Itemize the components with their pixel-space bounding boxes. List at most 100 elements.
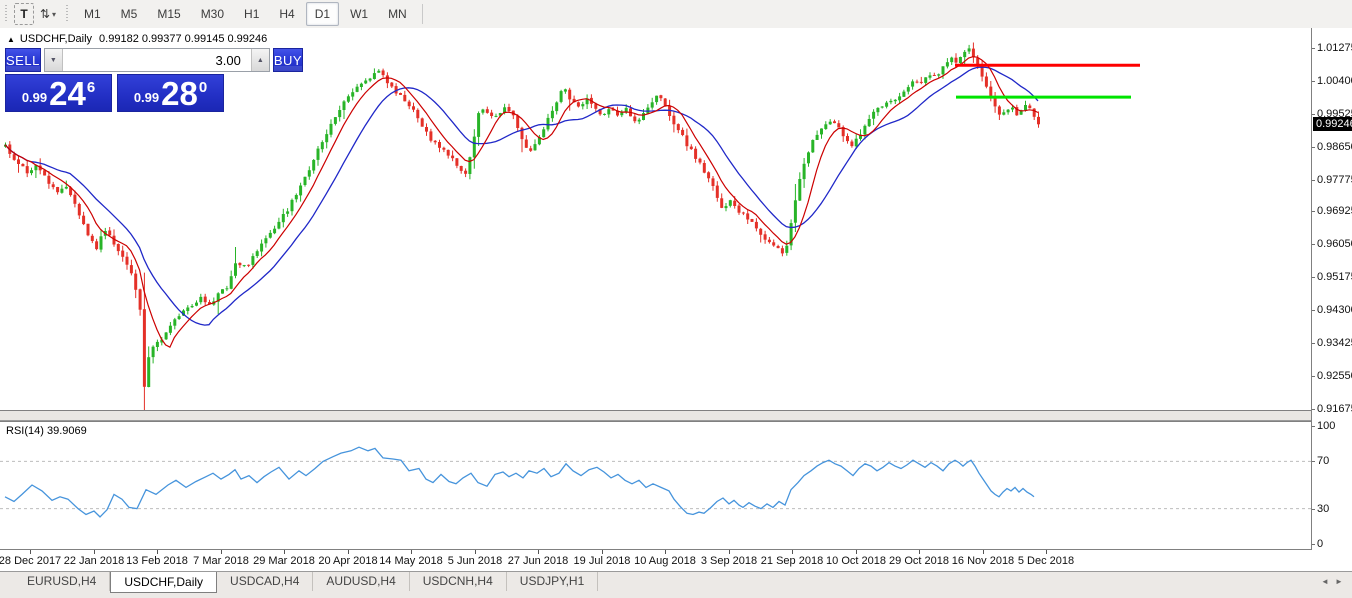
candle-body (273, 229, 276, 234)
candle-body (186, 308, 189, 312)
candle-body (126, 257, 129, 265)
sell-price[interactable]: 0.99 24 6 (5, 74, 112, 112)
candle-body (199, 297, 202, 302)
chart-tab-usdcnh-h4[interactable]: USDCNH,H4 (410, 572, 507, 591)
dropdown-caret-icon: ▾ (52, 10, 56, 19)
toolbar-separator (422, 4, 423, 24)
timeframe-button-m15[interactable]: M15 (148, 2, 189, 26)
candle-body (403, 95, 406, 101)
candle-body (230, 276, 233, 289)
candle-body (620, 113, 623, 116)
candle-body (703, 163, 706, 173)
timeframe-button-h4[interactable]: H4 (270, 2, 303, 26)
timeframe-button-h1[interactable]: H1 (235, 2, 268, 26)
chart-tab-usdjpy-h1[interactable]: USDJPY,H1 (507, 572, 598, 591)
candle-body (382, 71, 385, 76)
price-axis-tick (1312, 114, 1315, 115)
sell-button[interactable]: SELL (5, 48, 41, 72)
chart-tab-usdchf-daily[interactable]: USDCHF,Daily (110, 572, 217, 593)
candle-body (321, 142, 324, 149)
chart-tab-usdcad-h4[interactable]: USDCAD,H4 (217, 572, 313, 591)
buy-button[interactable]: BUY (273, 48, 303, 72)
candle-body (143, 309, 146, 387)
candle-body (933, 75, 936, 76)
text-tool-button[interactable]: T (14, 3, 34, 25)
candle-body (920, 82, 923, 83)
candle-body (902, 92, 905, 97)
price-axis-label: 0.91675 (1317, 403, 1352, 415)
toolbar-drag-handle[interactable] (65, 5, 70, 23)
candle-body (846, 136, 849, 141)
candle-body (772, 242, 775, 245)
candle-body (108, 231, 111, 236)
candle-body (30, 170, 33, 173)
candle-body (816, 135, 819, 140)
date-tick (348, 550, 349, 554)
timeframe-button-d1[interactable]: D1 (306, 2, 339, 26)
candle-body (308, 170, 311, 176)
chart-tab-eurusd-h4[interactable]: EURUSD,H4 (14, 572, 110, 591)
candle-body (495, 116, 498, 117)
candle-body (603, 114, 606, 115)
buy-price[interactable]: 0.99 28 0 (117, 74, 224, 112)
letter-t-icon: T (20, 7, 27, 21)
price-axis-tick (1312, 244, 1315, 245)
candle-body (477, 113, 480, 137)
candle-body (720, 198, 723, 208)
candle-body (317, 149, 320, 160)
price-axis-label: 0.92550 (1317, 370, 1352, 382)
lot-size-group: ▼ ▲ (44, 48, 270, 72)
toolbar-drag-handle[interactable] (4, 5, 9, 23)
timeframe-button-m30[interactable]: M30 (192, 2, 233, 26)
candle-body (863, 126, 866, 135)
candle-body (794, 200, 797, 222)
candle-body (156, 342, 159, 347)
candle-body (130, 265, 133, 273)
candle-body (304, 177, 307, 185)
price-axis[interactable]: 1.012751.004000.995250.986500.977750.969… (1311, 28, 1352, 550)
candle-body (785, 246, 788, 253)
rsi-axis-label: 0 (1317, 538, 1323, 550)
price-axis-label: 1.01275 (1317, 42, 1352, 54)
chart-tab-audusd-h4[interactable]: AUDUSD,H4 (313, 572, 409, 591)
lot-size-input[interactable] (63, 49, 251, 71)
date-axis[interactable]: 28 Dec 201722 Jan 201813 Feb 20187 Mar 2… (0, 550, 1352, 571)
one-click-trading-panel: SELL ▼ ▲ BUY 0.99 24 6 0.99 (5, 48, 234, 112)
timeframe-button-m5[interactable]: M5 (112, 2, 147, 26)
candle-body (651, 102, 654, 107)
timeframe-button-m1[interactable]: M1 (75, 2, 110, 26)
candle-body (551, 111, 554, 118)
candle-body (473, 137, 476, 158)
candle-body (234, 263, 237, 276)
date-tick (665, 550, 666, 554)
timeframe-button-mn[interactable]: MN (379, 2, 416, 26)
rsi-axis-tick (1312, 544, 1315, 545)
date-tick (475, 550, 476, 554)
candle-body (850, 142, 853, 147)
arrows-tool-button[interactable]: ⇅ ▾ (36, 3, 60, 25)
price-axis-label: 0.93425 (1317, 337, 1352, 349)
candle-body (924, 77, 927, 83)
candle-body (516, 116, 519, 128)
candle-body (607, 109, 610, 114)
date-tick (221, 550, 222, 554)
tab-scroll-left-button[interactable]: ◄ (1318, 575, 1332, 589)
timeframe-button-w1[interactable]: W1 (341, 2, 377, 26)
candle-body (412, 106, 415, 109)
buy-button-label: BUY (274, 53, 302, 68)
tab-scroll-right-button[interactable]: ► (1332, 575, 1346, 589)
lot-increase-button[interactable]: ▲ (251, 49, 269, 71)
candle-body (568, 90, 571, 100)
candle-body (672, 116, 675, 125)
candle-body (442, 148, 445, 150)
rsi-axis-tick (1312, 426, 1315, 427)
lot-decrease-button[interactable]: ▼ (45, 49, 63, 71)
candle-body (751, 219, 754, 222)
sell-price-main: 24 (49, 79, 86, 109)
pane-splitter[interactable] (0, 411, 1311, 421)
chart-collapse-arrow-icon[interactable]: ▲ (7, 35, 15, 44)
rsi-indicator-pane (0, 421, 1311, 550)
candle-body (347, 96, 350, 101)
buy-price-main: 28 (161, 79, 198, 109)
candle-body (907, 87, 910, 92)
